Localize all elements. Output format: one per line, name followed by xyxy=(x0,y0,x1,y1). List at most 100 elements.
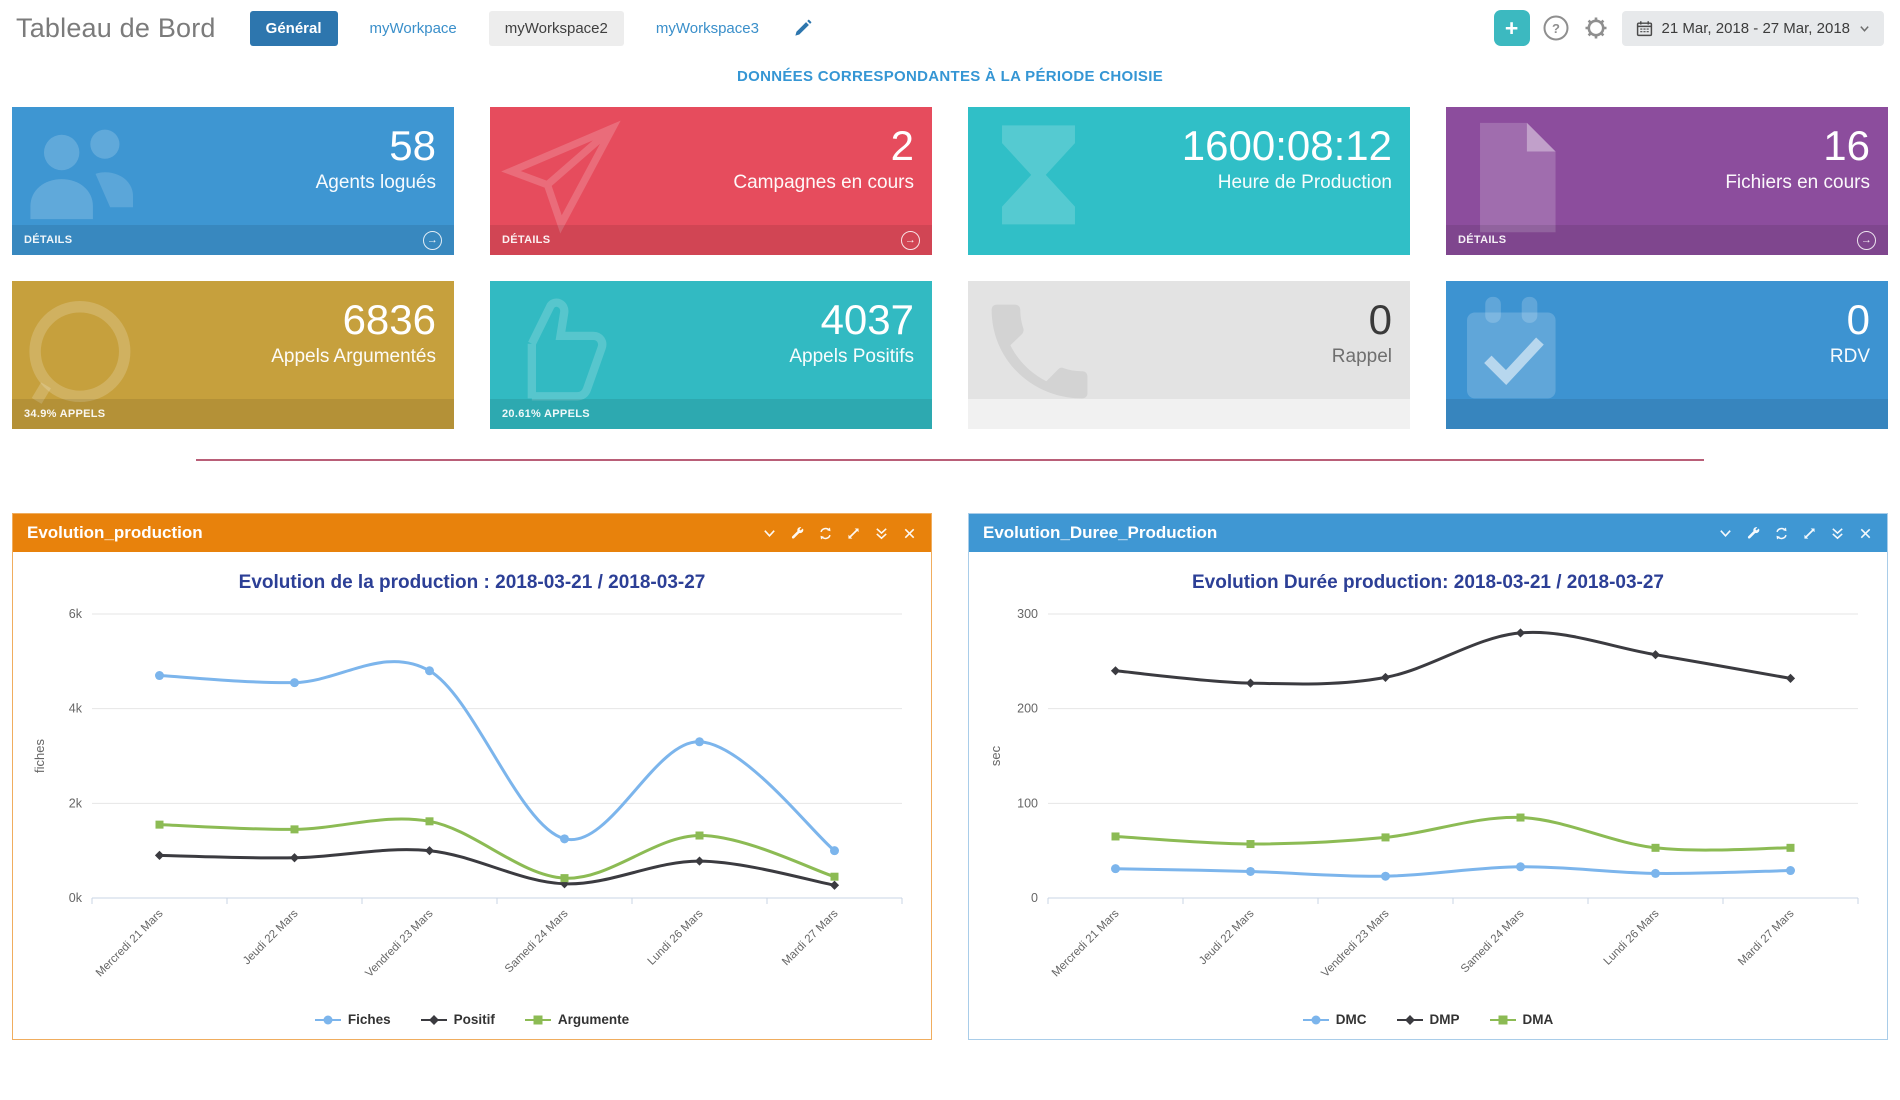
pencil-icon[interactable] xyxy=(793,19,812,38)
add-widget-button[interactable]: + xyxy=(1494,10,1530,46)
data-point-DMC xyxy=(1651,869,1660,878)
kpi-value: 1600:08:12 xyxy=(1182,123,1392,169)
kpi-label: Appels Positifs xyxy=(789,346,914,368)
double-chevron-down-icon[interactable] xyxy=(1830,526,1845,541)
legend-item-Fiches[interactable]: Fiches xyxy=(315,1012,391,1027)
chart-panel: Evolution_Duree_Production Evolution Dur… xyxy=(968,513,1888,1040)
data-point-Argumente xyxy=(156,821,164,829)
legend-label: Argumente xyxy=(558,1012,629,1027)
data-point-Positif xyxy=(155,851,164,860)
chart-panel: Evolution_production Evolution de la pro… xyxy=(12,513,932,1040)
kpi-card[interactable]: 58 Agents logués DÉTAILS→ xyxy=(12,107,454,255)
hourglass-icon xyxy=(976,115,1101,240)
kpi-footer xyxy=(968,399,1410,429)
x-axis-label: Jeudi 22 Mars xyxy=(1197,907,1257,967)
wrench-icon[interactable] xyxy=(790,526,805,541)
top-bar: Tableau de Bord GénéralmyWorkpacemyWorks… xyxy=(0,0,1900,52)
chevron-down-icon xyxy=(1859,23,1870,34)
kpi-label: Heure de Production xyxy=(1182,172,1392,194)
tab-myworkpace[interactable]: myWorkpace xyxy=(354,11,473,46)
data-point-Argumente xyxy=(831,873,839,881)
data-point-DMP xyxy=(1111,666,1120,675)
question-icon[interactable]: ? xyxy=(1542,14,1570,42)
line-chart: 0100200300secMercredi 21 MarsJeudi 22 Ma… xyxy=(978,598,1878,1010)
legend-label: DMC xyxy=(1336,1012,1367,1027)
panel-toolbar xyxy=(762,526,917,541)
x-axis-label: Lundi 26 Mars xyxy=(646,907,706,967)
kpi-card[interactable]: 2 Campagnes en cours DÉTAILS→ xyxy=(490,107,932,255)
data-point-DMP xyxy=(1246,679,1255,688)
kpi-footer-text: 20.61% APPELS xyxy=(502,408,590,420)
legend-label: DMP xyxy=(1430,1012,1460,1027)
wrench-icon[interactable] xyxy=(1746,526,1761,541)
legend-item-Positif[interactable]: Positif xyxy=(421,1012,495,1027)
chart-title: Evolution de la production : 2018-03-21 … xyxy=(21,572,923,594)
kpi-cards-grid: 58 Agents logués DÉTAILS→ 2 Campagnes en… xyxy=(12,107,1888,429)
kpi-card[interactable]: 0 Rappel xyxy=(968,281,1410,429)
paper-plane-icon xyxy=(498,115,623,240)
chart-panels-row: Evolution_production Evolution de la pro… xyxy=(12,513,1888,1040)
expand-icon[interactable] xyxy=(1802,526,1817,541)
date-range-value: 21 Mar, 2018 - 27 Mar, 2018 xyxy=(1662,20,1850,37)
legend-item-Argumente[interactable]: Argumente xyxy=(525,1012,629,1027)
x-axis-label: Mercredi 21 Mars xyxy=(1050,907,1122,979)
kpi-value: 16 xyxy=(1725,123,1870,169)
x-axis-label: Vendredi 23 Mars xyxy=(363,907,435,979)
legend-label: Positif xyxy=(454,1012,495,1027)
refresh-icon[interactable] xyxy=(1774,526,1789,541)
kpi-card[interactable]: 1600:08:12 Heure de Production xyxy=(968,107,1410,255)
kpi-footer-text: 34.9% APPELS xyxy=(24,408,105,420)
chevron-down-icon[interactable] xyxy=(762,526,777,541)
close-icon[interactable] xyxy=(902,526,917,541)
kpi-footer[interactable]: DÉTAILS→ xyxy=(490,225,932,255)
arrow-right-icon[interactable]: → xyxy=(1857,231,1876,250)
line-chart: 0k2k4k6kfichesMercredi 21 MarsJeudi 22 M… xyxy=(22,598,922,1010)
data-point-Fiches xyxy=(290,678,299,687)
circle-icon xyxy=(20,289,145,414)
expand-icon[interactable] xyxy=(846,526,861,541)
x-axis-label: Mercredi 21 Mars xyxy=(94,907,166,979)
chevron-down-icon[interactable] xyxy=(1718,526,1733,541)
kpi-card[interactable]: 4037 Appels Positifs 20.61% APPELS xyxy=(490,281,932,429)
tab-g-n-ral[interactable]: Général xyxy=(250,11,338,46)
kpi-value: 4037 xyxy=(789,297,914,343)
kpi-value: 2 xyxy=(733,123,914,169)
arrow-right-icon[interactable]: → xyxy=(423,231,442,250)
kpi-card[interactable]: 0 RDV xyxy=(1446,281,1888,429)
x-axis-label: Mardi 27 Mars xyxy=(780,907,841,968)
kpi-value: 0 xyxy=(1332,297,1392,343)
legend-item-DMC[interactable]: DMC xyxy=(1303,1012,1367,1027)
date-range-picker[interactable]: 21 Mar, 2018 - 27 Mar, 2018 xyxy=(1622,11,1884,46)
kpi-footer[interactable]: DÉTAILS → xyxy=(12,225,454,255)
kpi-card[interactable]: 16 Fichiers en cours DÉTAILS→ xyxy=(1446,107,1888,255)
svg-text:?: ? xyxy=(1552,21,1560,36)
data-point-Positif xyxy=(425,846,434,855)
legend-item-DMA[interactable]: DMA xyxy=(1490,1012,1554,1027)
double-chevron-down-icon[interactable] xyxy=(874,526,889,541)
kpi-label: Fichiers en cours xyxy=(1725,172,1870,194)
data-point-DMC xyxy=(1516,862,1525,871)
section-divider xyxy=(196,459,1704,461)
x-axis-label: Samedi 24 Mars xyxy=(503,907,571,975)
data-point-Fiches xyxy=(425,666,434,675)
tab-myworkspace3[interactable]: myWorkspace3 xyxy=(640,11,775,46)
kpi-footer-text: DÉTAILS xyxy=(24,234,72,246)
svg-text:6k: 6k xyxy=(69,607,83,621)
refresh-icon[interactable] xyxy=(818,526,833,541)
close-icon[interactable] xyxy=(1858,526,1873,541)
tab-myworkspace2[interactable]: myWorkspace2 xyxy=(489,11,624,46)
data-point-DMA xyxy=(1517,814,1525,822)
kpi-footer[interactable]: DÉTAILS→ xyxy=(1446,225,1888,255)
kpi-value: 0 xyxy=(1830,297,1870,343)
kpi-card[interactable]: 6836 Appels Argumentés 34.9% APPELS xyxy=(12,281,454,429)
kpi-label: Campagnes en cours xyxy=(733,172,914,194)
x-axis-label: Jeudi 22 Mars xyxy=(241,907,301,967)
data-point-DMC xyxy=(1786,866,1795,875)
legend-item-DMP[interactable]: DMP xyxy=(1397,1012,1460,1027)
gear-icon[interactable] xyxy=(1582,14,1610,42)
workspace-tabs: Général myWorkpace myWorkspace2 myWorkspace… xyxy=(250,11,775,46)
data-point-Argumente xyxy=(561,874,569,882)
data-point-Fiches xyxy=(155,671,164,680)
calendar-icon xyxy=(1636,20,1653,37)
arrow-right-icon[interactable]: → xyxy=(901,231,920,250)
